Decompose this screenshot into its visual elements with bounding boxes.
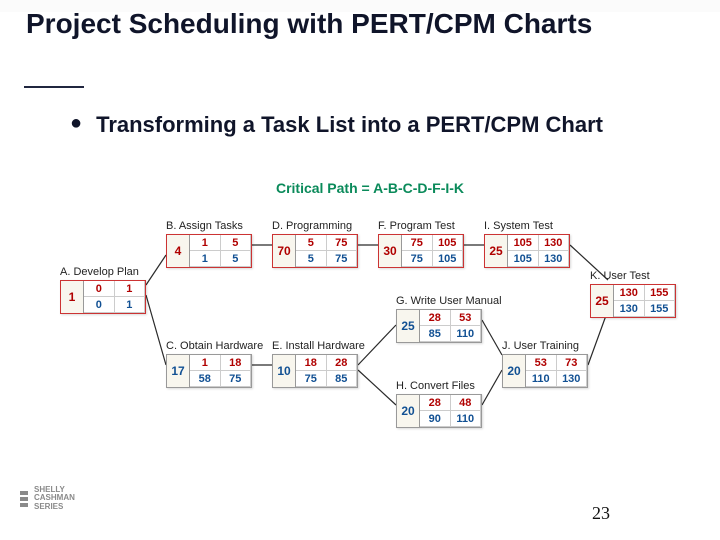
task-F-dur: 30: [379, 235, 402, 267]
task-F-es: 75: [402, 235, 433, 251]
series-logo: SHELLY CASHMAN SERIES: [20, 486, 75, 512]
task-I-lf: 130: [539, 251, 570, 267]
task-A-label: A. Develop Plan: [60, 266, 146, 278]
task-J-lf: 130: [557, 371, 588, 387]
task-J-label: J. User Training: [502, 340, 588, 352]
task-E-dur: 10: [273, 355, 296, 387]
task-C-ls: 58: [190, 371, 221, 387]
task-G: G. Write User Manual 25 2853 85110: [396, 295, 482, 343]
task-A-ls: 0: [84, 297, 115, 313]
task-D-ef: 75: [327, 235, 358, 251]
task-J-dur: 20: [503, 355, 526, 387]
task-K-es: 130: [614, 285, 645, 301]
task-E-lf: 85: [327, 371, 358, 387]
task-K-ef: 155: [645, 285, 676, 301]
task-H-label: H. Convert Files: [396, 380, 482, 392]
task-J-ls: 110: [526, 371, 557, 387]
task-J-ef: 73: [557, 355, 588, 371]
task-J-es: 53: [526, 355, 557, 371]
task-A-lf: 1: [115, 297, 146, 313]
page-title: Project Scheduling with PERT/CPM Charts: [26, 8, 700, 40]
task-E-ef: 28: [327, 355, 358, 371]
task-A-es: 0: [84, 281, 115, 297]
task-G-es: 28: [420, 310, 451, 326]
task-G-label: G. Write User Manual: [396, 295, 482, 307]
task-C-dur: 17: [167, 355, 190, 387]
logo-l3: SERIES: [34, 503, 75, 512]
connector-lines: [60, 180, 680, 440]
task-E-es: 18: [296, 355, 327, 371]
task-A-ef: 1: [115, 281, 146, 297]
task-D-dur: 70: [273, 235, 296, 267]
task-G-ls: 85: [420, 326, 451, 342]
task-I-label: I. System Test: [484, 220, 570, 232]
task-F-ls: 75: [402, 251, 433, 267]
task-F-label: F. Program Test: [378, 220, 464, 232]
bullet-text: Transforming a Task List into a PERT/CPM…: [96, 112, 603, 138]
task-K-dur: 25: [591, 285, 614, 317]
task-K-label: K. User Test: [590, 270, 676, 282]
task-G-ef: 53: [451, 310, 482, 326]
task-H-es: 28: [420, 395, 451, 411]
task-H: H. Convert Files 20 2848 90110: [396, 380, 482, 428]
task-B-ls: 1: [190, 251, 221, 267]
bullet-item: ● Transforming a Task List into a PERT/C…: [70, 112, 603, 138]
task-G-lf: 110: [451, 326, 482, 342]
task-H-lf: 110: [451, 411, 482, 427]
task-I: I. System Test 25 105130 105130: [484, 220, 570, 268]
title-underline: [24, 86, 84, 88]
task-B: B. Assign Tasks 4 15 15: [166, 220, 252, 268]
task-J: J. User Training 20 5373 110130: [502, 340, 588, 388]
pert-diagram: Critical Path = A-B-C-D-F-I-K A. Develop…: [60, 180, 680, 440]
task-F: F. Program Test 30 75105 75105: [378, 220, 464, 268]
task-B-lf: 5: [221, 251, 252, 267]
task-C-ef: 18: [221, 355, 252, 371]
task-D-label: D. Programming: [272, 220, 358, 232]
task-D: D. Programming 70 575 575: [272, 220, 358, 268]
task-C: C. Obtain Hardware 17 118 5875: [166, 340, 252, 388]
task-E-label: E. Install Hardware: [272, 340, 358, 352]
page-number: 23: [592, 503, 610, 524]
task-H-dur: 20: [397, 395, 420, 427]
task-I-ef: 130: [539, 235, 570, 251]
task-I-dur: 25: [485, 235, 508, 267]
task-H-ls: 90: [420, 411, 451, 427]
task-B-ef: 5: [221, 235, 252, 251]
task-H-ef: 48: [451, 395, 482, 411]
task-D-lf: 75: [327, 251, 358, 267]
task-B-dur: 4: [167, 235, 190, 267]
task-A: A. Develop Plan 1 01 01: [60, 266, 146, 314]
task-A-dur: 1: [61, 281, 84, 313]
task-K: K. User Test 25 130155 130155: [590, 270, 676, 318]
task-K-lf: 155: [645, 301, 676, 317]
task-F-ef: 105: [433, 235, 464, 251]
critical-path-label: Critical Path = A-B-C-D-F-I-K: [60, 180, 680, 196]
task-C-label: C. Obtain Hardware: [166, 340, 252, 352]
task-D-ls: 5: [296, 251, 327, 267]
logo-text: SHELLY CASHMAN SERIES: [34, 486, 75, 512]
slide: Project Scheduling with PERT/CPM Charts …: [0, 0, 720, 540]
logo-bars-icon: [20, 491, 28, 507]
task-E: E. Install Hardware 10 1828 7585: [272, 340, 358, 388]
task-E-ls: 75: [296, 371, 327, 387]
task-K-ls: 130: [614, 301, 645, 317]
task-I-ls: 105: [508, 251, 539, 267]
task-C-es: 1: [190, 355, 221, 371]
task-G-dur: 25: [397, 310, 420, 342]
task-D-es: 5: [296, 235, 327, 251]
task-B-label: B. Assign Tasks: [166, 220, 252, 232]
task-F-lf: 105: [433, 251, 464, 267]
task-I-es: 105: [508, 235, 539, 251]
task-C-lf: 75: [221, 371, 252, 387]
bullet-dot-icon: ●: [70, 112, 82, 134]
task-B-es: 1: [190, 235, 221, 251]
